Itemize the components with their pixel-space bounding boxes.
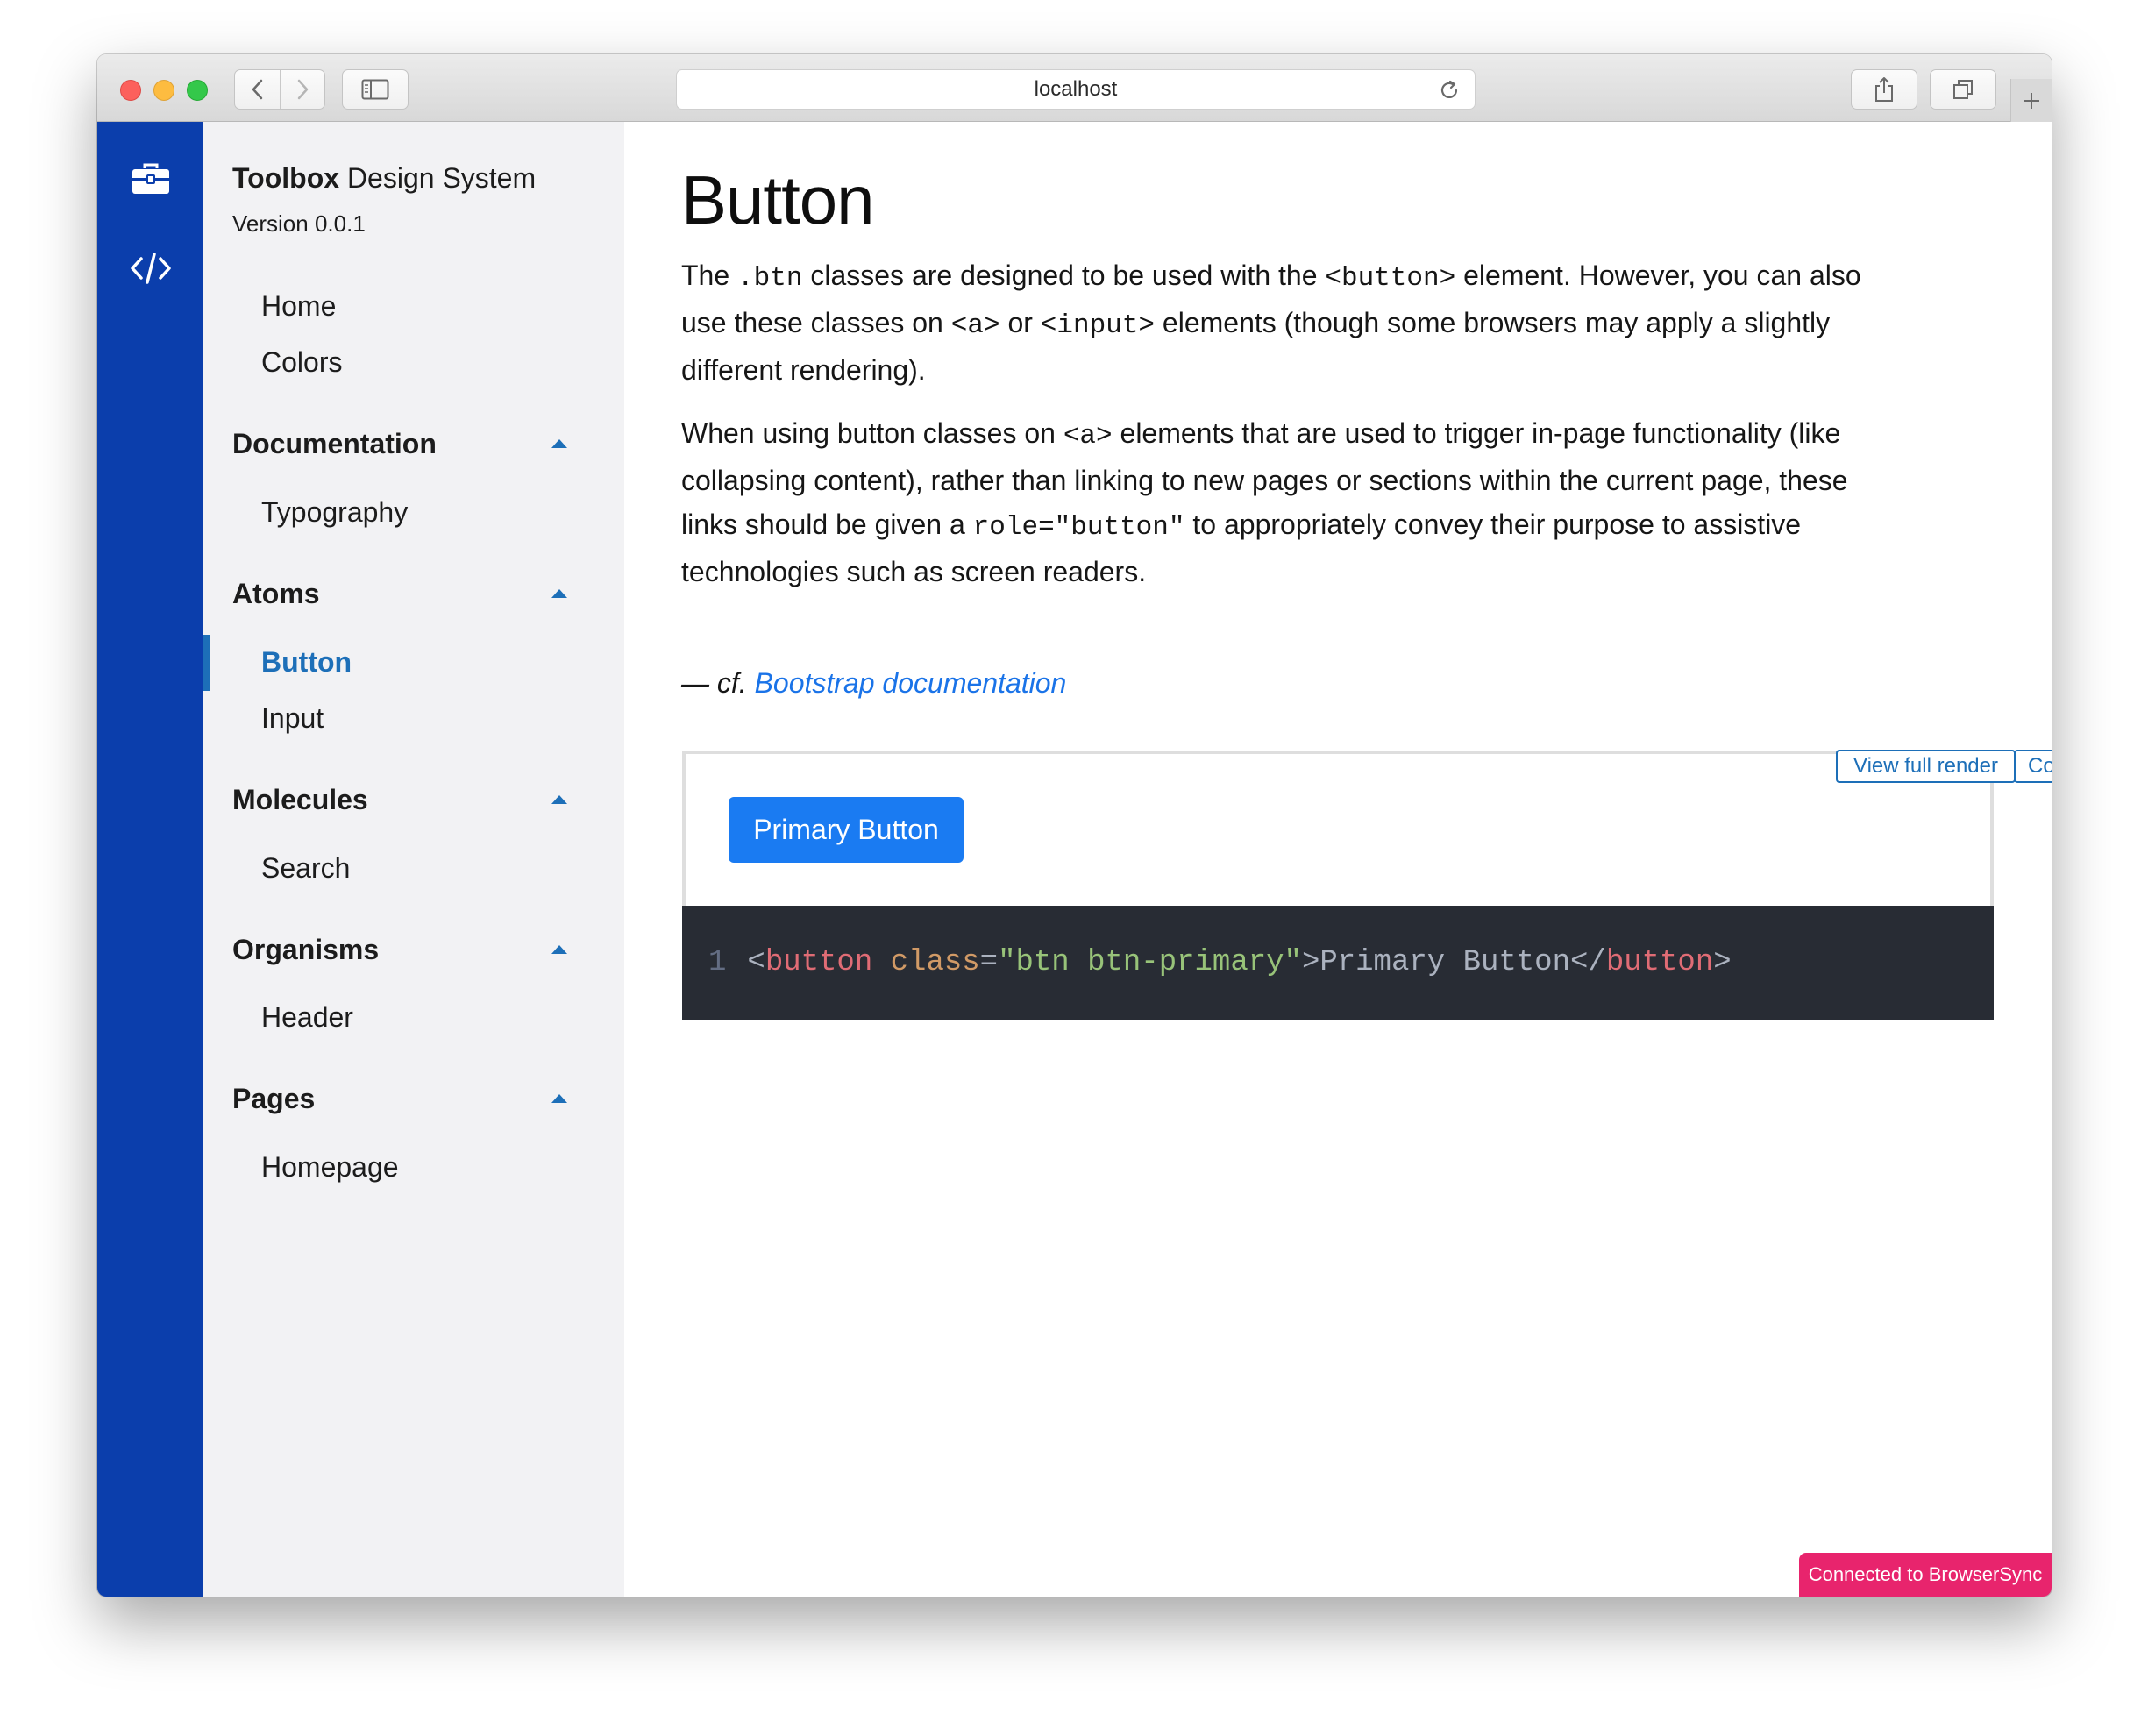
caret-up-icon[interactable] bbox=[551, 945, 567, 954]
sidebar-item-colors[interactable]: Colors bbox=[261, 346, 342, 379]
sidebar-item-homepage[interactable]: Homepage bbox=[261, 1151, 399, 1184]
forward-button[interactable] bbox=[280, 70, 324, 109]
sidebar-item-home[interactable]: Home bbox=[261, 290, 336, 323]
code-icon[interactable] bbox=[129, 246, 173, 290]
reload-icon[interactable] bbox=[1438, 79, 1461, 102]
tabs-overview-icon bbox=[1953, 80, 1973, 99]
brand-title: Toolbox Design System bbox=[232, 162, 537, 194]
code-line: <button class="btn btn-primary">Primary … bbox=[747, 946, 1732, 979]
caret-up-icon[interactable] bbox=[551, 1094, 567, 1103]
minimize-window-button[interactable] bbox=[153, 80, 174, 101]
browsersync-badge: Connected to BrowserSync bbox=[1799, 1553, 2052, 1597]
section-organisms[interactable]: Organisms bbox=[232, 934, 379, 966]
sidebar-nav: Toolbox Design System Version 0.0.1 Home… bbox=[203, 122, 624, 1597]
section-pages[interactable]: Pages bbox=[232, 1083, 315, 1115]
back-button[interactable] bbox=[235, 70, 280, 109]
primary-button-demo[interactable]: Primary Button bbox=[729, 797, 964, 863]
fullscreen-window-button[interactable] bbox=[187, 80, 208, 101]
browser-titlebar: localhost bbox=[97, 54, 2052, 122]
main-content: Button The .btn classes are designed to … bbox=[624, 122, 2052, 1597]
copy-button[interactable]: Copy bbox=[2014, 750, 2052, 783]
bootstrap-docs-link[interactable]: Bootstrap documentation bbox=[755, 667, 1067, 699]
active-indicator bbox=[203, 635, 210, 691]
accessibility-paragraph: When using button classes on <a> element… bbox=[681, 417, 1848, 587]
view-full-render-button[interactable]: View full render bbox=[1836, 750, 2016, 783]
sidebar-item-button[interactable]: Button bbox=[261, 646, 352, 679]
sidebar-item-search[interactable]: Search bbox=[261, 852, 350, 885]
page-title: Button bbox=[681, 161, 875, 238]
caret-up-icon[interactable] bbox=[551, 795, 567, 804]
section-atoms[interactable]: Atoms bbox=[232, 578, 320, 610]
back-forward-group bbox=[234, 69, 325, 110]
component-preview: Primary Button bbox=[682, 751, 1994, 906]
sidebar-item-typography[interactable]: Typography bbox=[261, 496, 408, 529]
icon-rail bbox=[97, 122, 203, 1597]
sidebar-toggle-button[interactable] bbox=[342, 69, 409, 110]
plus-icon bbox=[2024, 92, 2039, 109]
url-text: localhost bbox=[1034, 77, 1118, 101]
close-window-button[interactable] bbox=[120, 80, 141, 101]
sidebar-item-header[interactable]: Header bbox=[261, 1001, 353, 1034]
sidebar-item-input[interactable]: Input bbox=[261, 702, 324, 735]
address-bar[interactable]: localhost bbox=[676, 69, 1476, 110]
toolbox-icon[interactable] bbox=[129, 157, 173, 201]
chevron-left-icon bbox=[252, 79, 262, 100]
caret-up-icon[interactable] bbox=[551, 439, 567, 448]
new-tab-button[interactable] bbox=[2010, 79, 2052, 122]
app-content: Toolbox Design System Version 0.0.1 Home… bbox=[97, 122, 2052, 1597]
browser-window: localhost Toolbox Design System Version … bbox=[97, 54, 2052, 1597]
citation: — cf. Bootstrap documentation bbox=[681, 667, 1067, 699]
line-number: 1 bbox=[708, 946, 727, 979]
section-documentation[interactable]: Documentation bbox=[232, 428, 437, 460]
share-icon bbox=[1875, 77, 1893, 102]
show-tabs-button[interactable] bbox=[1930, 69, 1996, 110]
caret-up-icon[interactable] bbox=[551, 589, 567, 598]
version-label: Version 0.0.1 bbox=[232, 210, 366, 237]
chevron-right-icon bbox=[297, 79, 309, 100]
section-molecules[interactable]: Molecules bbox=[232, 784, 368, 816]
share-button[interactable] bbox=[1851, 69, 1917, 110]
code-snippet: 1 <button class="btn btn-primary">Primar… bbox=[682, 906, 1994, 1020]
intro-paragraph: The .btn classes are designed to be used… bbox=[681, 260, 1861, 386]
sidebar-icon bbox=[361, 79, 389, 100]
